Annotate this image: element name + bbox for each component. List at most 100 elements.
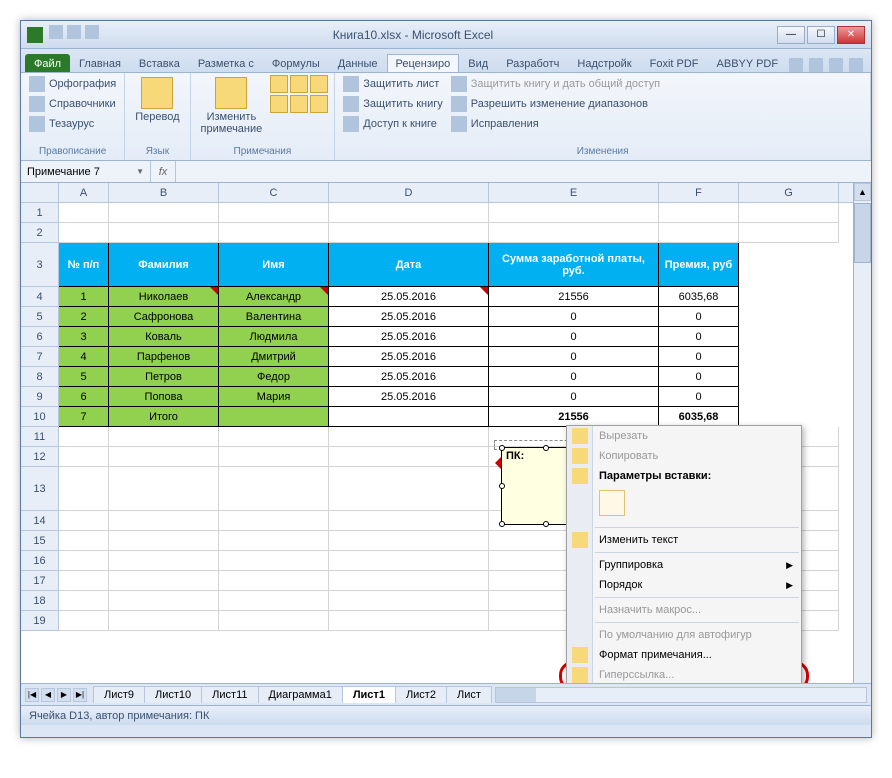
cell[interactable]: [739, 223, 839, 243]
resize-handle[interactable]: [543, 521, 549, 527]
cell[interactable]: [219, 447, 329, 467]
cell[interactable]: [59, 591, 109, 611]
hscroll-thumb[interactable]: [496, 688, 536, 702]
cell[interactable]: Николаев: [109, 287, 219, 307]
scroll-up-icon[interactable]: ▲: [854, 183, 871, 201]
sheet-tab[interactable]: Лист10: [144, 686, 202, 703]
cell[interactable]: Дмитрий: [219, 347, 329, 367]
cell[interactable]: 6: [59, 387, 109, 407]
cell[interactable]: [109, 427, 219, 447]
spelling-button[interactable]: Орфография: [27, 75, 118, 93]
cell[interactable]: [219, 467, 329, 511]
sheet-tab[interactable]: Лист: [446, 686, 492, 703]
cell[interactable]: [739, 387, 839, 407]
row-header[interactable]: 18: [21, 591, 58, 611]
tab-home[interactable]: Главная: [70, 54, 130, 72]
row-header[interactable]: 3: [21, 243, 58, 287]
cell[interactable]: 0: [659, 367, 739, 387]
cell[interactable]: [329, 531, 489, 551]
cell[interactable]: 25.05.2016: [329, 287, 489, 307]
tab-formulas[interactable]: Формулы: [263, 54, 329, 72]
cell[interactable]: 7: [59, 407, 109, 427]
row-header[interactable]: 8: [21, 367, 58, 387]
sheet-tab[interactable]: Лист1: [342, 686, 396, 703]
sheet-tab[interactable]: Лист9: [93, 686, 145, 703]
cell[interactable]: [739, 347, 839, 367]
cell[interactable]: Людмила: [219, 327, 329, 347]
row-header[interactable]: 12: [21, 447, 58, 467]
cell[interactable]: 21556: [489, 407, 659, 427]
cell[interactable]: [219, 407, 329, 427]
cell[interactable]: [109, 591, 219, 611]
translate-button[interactable]: Перевод: [131, 75, 183, 125]
row-header[interactable]: 4: [21, 287, 58, 307]
cell[interactable]: Имя: [219, 243, 329, 287]
tab-file[interactable]: Файл: [25, 54, 70, 72]
cell[interactable]: [329, 611, 489, 631]
cell[interactable]: [59, 203, 109, 223]
research-button[interactable]: Справочники: [27, 95, 118, 113]
cell[interactable]: [739, 367, 839, 387]
cell[interactable]: [59, 223, 109, 243]
cell[interactable]: [109, 467, 219, 511]
first-sheet-icon[interactable]: |◀: [25, 688, 39, 702]
cell[interactable]: 0: [489, 367, 659, 387]
vertical-scrollbar[interactable]: ▲: [853, 183, 871, 683]
minimize-button[interactable]: —: [777, 26, 805, 44]
cell[interactable]: [219, 611, 329, 631]
cell[interactable]: [329, 203, 489, 223]
cell[interactable]: [489, 203, 659, 223]
cell[interactable]: [489, 223, 659, 243]
cell[interactable]: 25.05.2016: [329, 327, 489, 347]
row-header[interactable]: 15: [21, 531, 58, 551]
cell[interactable]: [109, 223, 219, 243]
cell[interactable]: [739, 407, 839, 427]
show-comment-icon[interactable]: [270, 95, 288, 113]
col-header-C[interactable]: C: [219, 183, 329, 202]
ctx-copy[interactable]: Копировать: [567, 446, 801, 466]
cell[interactable]: [59, 611, 109, 631]
cell[interactable]: 0: [489, 387, 659, 407]
cell[interactable]: [59, 531, 109, 551]
cell[interactable]: [219, 203, 329, 223]
next-comment-icon[interactable]: [310, 75, 328, 93]
cell[interactable]: [219, 551, 329, 571]
formula-input[interactable]: [175, 161, 871, 182]
last-sheet-icon[interactable]: ▶|: [73, 688, 87, 702]
col-header-D[interactable]: D: [329, 183, 489, 202]
col-header-E[interactable]: E: [489, 183, 659, 202]
cell[interactable]: Мария: [219, 387, 329, 407]
row-header[interactable]: 11: [21, 427, 58, 447]
close-button[interactable]: ✕: [837, 26, 865, 44]
row-header[interactable]: 17: [21, 571, 58, 591]
cell[interactable]: [739, 243, 839, 287]
cell[interactable]: Парфенов: [109, 347, 219, 367]
row-header[interactable]: 10: [21, 407, 58, 427]
cell[interactable]: [659, 203, 739, 223]
cell[interactable]: [109, 611, 219, 631]
track-changes-button[interactable]: Исправления: [449, 115, 662, 133]
delete-comment-icon[interactable]: [270, 75, 288, 93]
cell[interactable]: [59, 511, 109, 531]
row-header[interactable]: 16: [21, 551, 58, 571]
cell[interactable]: 21556: [489, 287, 659, 307]
resize-handle[interactable]: [499, 483, 505, 489]
protect-sheet-button[interactable]: Защитить лист: [341, 75, 445, 93]
cell[interactable]: [739, 287, 839, 307]
tab-developer[interactable]: Разработч: [497, 54, 568, 72]
tab-insert[interactable]: Вставка: [130, 54, 189, 72]
fx-icon[interactable]: fx: [151, 166, 175, 178]
cell[interactable]: 4: [59, 347, 109, 367]
next-sheet-icon[interactable]: ▶: [57, 688, 71, 702]
resize-handle[interactable]: [499, 445, 505, 451]
cell[interactable]: [219, 223, 329, 243]
help-icon[interactable]: [809, 58, 823, 72]
sheet-tab[interactable]: Лист2: [395, 686, 447, 703]
ctx-default-autoshape[interactable]: По умолчанию для автофигур: [567, 625, 801, 645]
cell[interactable]: 25.05.2016: [329, 367, 489, 387]
cell[interactable]: 0: [489, 307, 659, 327]
maximize-button[interactable]: ☐: [807, 26, 835, 44]
ctx-group[interactable]: Группировка▶: [567, 555, 801, 575]
select-all-corner[interactable]: [21, 183, 59, 203]
cell[interactable]: 25.05.2016: [329, 307, 489, 327]
